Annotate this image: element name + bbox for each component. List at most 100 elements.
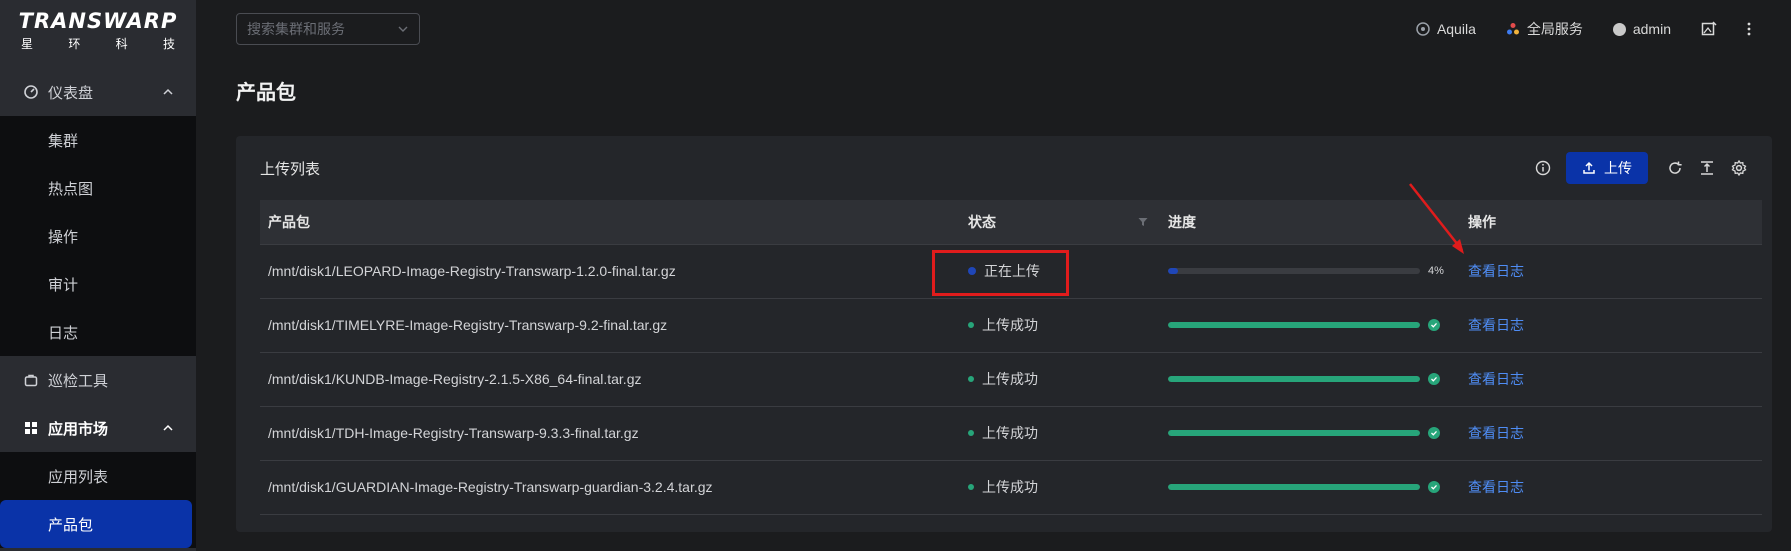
- table-row: /mnt/disk1/GUARDIAN-Image-Registry-Trans…: [260, 460, 1762, 515]
- check-circle-icon: [1428, 373, 1440, 385]
- aquila-link[interactable]: Aquila: [1416, 21, 1476, 37]
- progress-cell: [1160, 406, 1460, 461]
- table-header-row: 产品包 状态 进度 操作: [260, 200, 1762, 245]
- sidebar-item-heatmap[interactable]: 热点图: [0, 164, 196, 212]
- check-circle-icon: [1428, 319, 1440, 331]
- header-status-label: 状态: [968, 213, 996, 230]
- header-package[interactable]: 产品包: [260, 200, 960, 245]
- sidebar: TRANSWARP 星 环 科 技 仪表盘 集群 热点图 操作 审计 日志 巡检…: [0, 0, 196, 551]
- check-circle-icon: [1428, 481, 1440, 493]
- progress-percent: 4%: [1428, 265, 1444, 277]
- page-title: 产品包: [236, 82, 296, 104]
- aquila-label: Aquila: [1436, 21, 1476, 37]
- view-log-link[interactable]: 查看日志: [1468, 425, 1524, 441]
- check-circle-icon: [1428, 427, 1440, 439]
- sidebar-item-operations[interactable]: 操作: [0, 212, 196, 260]
- toolbox-icon: [24, 373, 38, 387]
- services-label: 全局服务: [1526, 21, 1583, 37]
- package-path: /mnt/disk1/KUNDB-Image-Registry-2.1.5-X8…: [260, 352, 960, 407]
- edit-image-button[interactable]: [1701, 21, 1717, 37]
- view-log-link[interactable]: 查看日志: [1468, 371, 1524, 387]
- header-status[interactable]: 状态: [960, 200, 1160, 245]
- status-cell: 上传成功: [960, 352, 1160, 407]
- progress-bar: [1168, 268, 1420, 274]
- table-row: /mnt/disk1/KUNDB-Image-Registry-2.1.5-X8…: [260, 352, 1762, 407]
- user-menu[interactable]: admin: [1612, 21, 1671, 37]
- nav-group-inspect[interactable]: 巡检工具: [0, 356, 196, 404]
- top-right-menu: Aquila 全局服务 admin: [1416, 19, 1751, 39]
- refresh-icon[interactable]: [1666, 159, 1684, 177]
- search-input[interactable]: 搜索集群和服务: [236, 13, 420, 45]
- progress-fill: [1168, 268, 1179, 274]
- nav-group-dashboard[interactable]: 仪表盘: [0, 68, 196, 116]
- progress-cell: [1160, 298, 1460, 353]
- status-cell: 上传成功: [960, 460, 1160, 515]
- column-height-icon[interactable]: [1698, 159, 1716, 177]
- progress-bar: [1168, 484, 1420, 490]
- brand-name: TRANSWARP: [18, 8, 178, 33]
- brand-logo[interactable]: TRANSWARP 星 环 科 技: [0, 0, 196, 60]
- view-log-link[interactable]: 查看日志: [1468, 479, 1524, 495]
- upload-button[interactable]: 上传: [1566, 152, 1648, 184]
- panel-header: 上传列表 上传: [236, 136, 1772, 200]
- action-cell: 查看日志: [1460, 406, 1762, 461]
- nav-group-market[interactable]: 应用市场: [0, 404, 196, 452]
- view-log-link[interactable]: 查看日志: [1468, 263, 1524, 279]
- global-services-link[interactable]: 全局服务: [1506, 19, 1583, 39]
- table-row: /mnt/disk1/TDH-Image-Registry-Transwarp-…: [260, 406, 1762, 461]
- action-cell: 查看日志: [1460, 460, 1762, 515]
- aquila-icon: [1416, 22, 1430, 36]
- sidebar-item-app-list[interactable]: 应用列表: [0, 452, 196, 500]
- status-text: 上传成功: [982, 425, 1038, 441]
- package-path: /mnt/disk1/GUARDIAN-Image-Registry-Trans…: [260, 460, 960, 515]
- upload-table: 产品包 状态 进度 操作 /mnt/disk1/LEOPARD-Image-Re…: [260, 200, 1762, 515]
- status-text: 上传成功: [982, 371, 1038, 387]
- sidebar-spacer: [0, 60, 196, 68]
- progress-cell: [1160, 352, 1460, 407]
- upload-icon: [1583, 161, 1595, 174]
- status-dot: [968, 430, 974, 436]
- user-name: admin: [1632, 21, 1671, 37]
- panel-tools: 上传: [1534, 152, 1748, 184]
- highlight-box: [932, 250, 1069, 296]
- grid-icon: [24, 421, 38, 435]
- services-icon: [1506, 23, 1519, 35]
- upload-label: 上传: [1604, 160, 1632, 176]
- dashboard-subnav: 集群 热点图 操作 审计 日志: [0, 116, 196, 356]
- progress-bar: [1168, 376, 1420, 382]
- table-row: /mnt/disk1/TIMELYRE-Image-Registry-Trans…: [260, 298, 1762, 353]
- avatar: [1612, 22, 1626, 36]
- topbar: 搜索集群和服务 Aquila 全局服务 admin: [196, 0, 1791, 58]
- header-action[interactable]: 操作: [1460, 200, 1762, 245]
- action-cell: 查看日志: [1460, 244, 1762, 299]
- chevron-up-icon: [163, 424, 173, 431]
- package-path: /mnt/disk1/TIMELYRE-Image-Registry-Trans…: [260, 298, 960, 353]
- settings-gear-icon[interactable]: [1730, 159, 1748, 177]
- nav-group-label: 巡检工具: [48, 372, 109, 390]
- nav-group-label: 仪表盘: [48, 84, 94, 102]
- info-icon[interactable]: [1534, 159, 1552, 177]
- sidebar-item-cluster[interactable]: 集群: [0, 116, 196, 164]
- progress-fill: [1168, 430, 1420, 436]
- upload-panel: 上传列表 上传 产品包 状态 进度 操作 /mnt/disk1/LEOPARD-…: [236, 136, 1772, 532]
- progress-bar: [1168, 430, 1420, 436]
- sidebar-item-packages[interactable]: 产品包: [0, 500, 192, 548]
- status-dot: [968, 484, 974, 490]
- status-text: 上传成功: [982, 479, 1038, 495]
- sidebar-item-audit[interactable]: 审计: [0, 260, 196, 308]
- filter-icon[interactable]: [1138, 217, 1148, 227]
- action-cell: 查看日志: [1460, 352, 1762, 407]
- dashboard-icon: [24, 85, 38, 99]
- status-text: 上传成功: [982, 317, 1038, 333]
- view-log-link[interactable]: 查看日志: [1468, 317, 1524, 333]
- more-button[interactable]: [1747, 22, 1751, 36]
- progress-bar: [1168, 322, 1420, 328]
- market-subnav: 应用列表 产品包: [0, 452, 196, 548]
- progress-fill: [1168, 376, 1420, 382]
- nav-group-label: 应用市场: [48, 420, 109, 438]
- status-dot: [968, 322, 974, 328]
- image-edit-icon: [1701, 21, 1717, 36]
- sidebar-item-logs[interactable]: 日志: [0, 308, 196, 356]
- annotation-arrow-icon: [1409, 183, 1464, 254]
- progress-cell: [1160, 460, 1460, 515]
